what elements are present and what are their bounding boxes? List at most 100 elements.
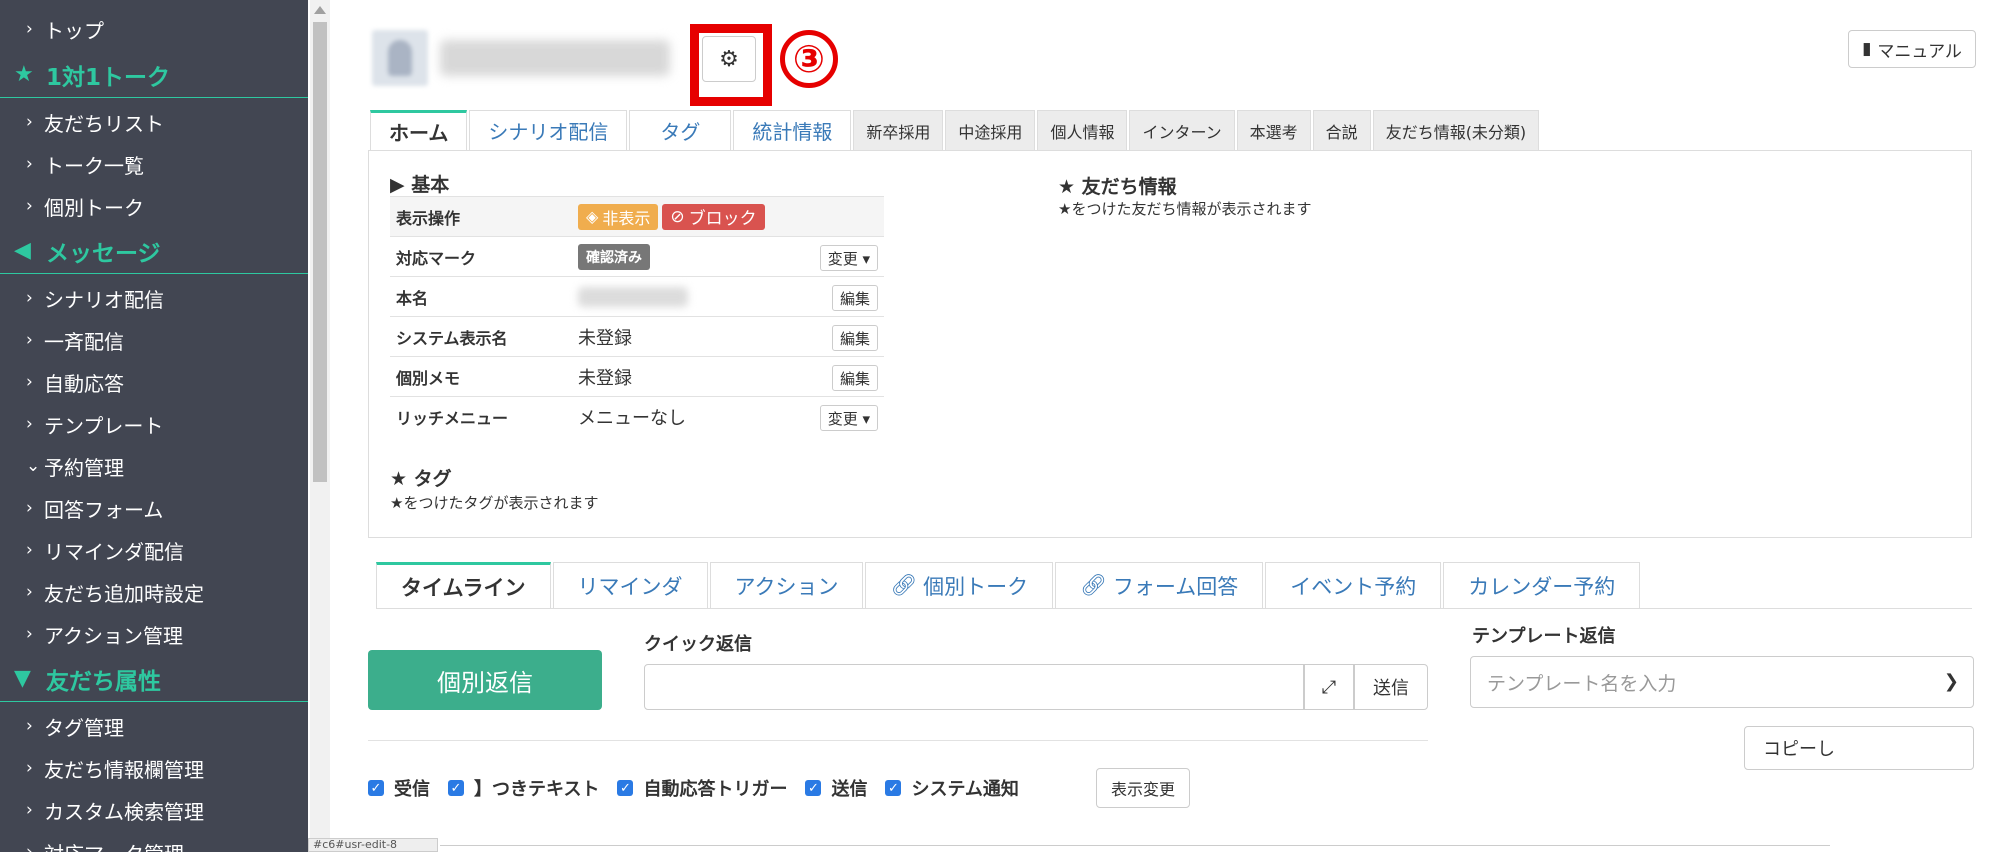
scroll-up-icon[interactable] [314,6,326,14]
tab-reminder[interactable]: リマインダ [552,562,708,608]
chevron-right-icon: › [26,498,33,518]
page-scrollbar[interactable] [310,0,330,852]
tab-stats[interactable]: 統計情報 [733,110,852,150]
chevron-right-icon: › [26,414,33,434]
quick-reply-input[interactable] [644,664,1304,710]
sidebar-item-custom-search[interactable]: › カスタム検索管理 [0,789,308,831]
chevron-right-icon: › [26,842,33,852]
friend-name-blurred [440,40,670,76]
sidebar-item-scenario[interactable]: › シナリオ配信 [0,277,308,319]
link-icon: 🔗︎ [1080,573,1107,597]
checkbox-checked-icon[interactable]: ✓ [885,780,902,796]
sidebar: › トップ ★ 1対1トーク › 友だちリスト › トーク一覧 › 個別トーク ◀ メッセー… [0,0,308,852]
chevron-down-icon: ❯ [1943,671,1959,692]
chevron-right-icon: › [26,800,33,820]
friend-info-title: ★ 友だち情報 [1058,176,1177,198]
tag-section-note: ★をつけたタグが表示されます [390,494,599,512]
sidebar-item-template[interactable]: › テンプレート [0,403,308,445]
gear-icon: ⚙ [719,46,739,72]
tab-main-selection[interactable]: 本選考 [1236,110,1311,150]
chevron-right-icon: › [26,112,33,132]
system-name-edit-button[interactable]: 編集 [831,325,878,351]
mark-change-button[interactable]: 変更 ▾ [819,245,878,271]
sidebar-item-auto-reply[interactable]: › 自動応答 [0,361,308,403]
tab-friend-info-uncategorized[interactable]: 友だち情報(未分類) [1372,110,1540,150]
avatar [372,30,428,86]
tab-tag[interactable]: タグ [629,110,732,150]
sidebar-item-reminder[interactable]: › リマインダ配信 [0,529,308,571]
chevron-right-icon: › [26,372,33,392]
sidebar-item-top[interactable]: › トップ [0,8,308,50]
tab-home[interactable]: ホーム [370,110,468,150]
friend-info-note: ★をつけた友だち情報が表示されます [1058,200,1312,218]
timeline-filters: ✓ 受信 ✓ 】つきテキスト ✓ 自動応答トリガー ✓ 送信 ✓ システム通知 [368,768,1037,808]
filter-sent[interactable]: ✓ 送信 [805,775,867,801]
settings-button[interactable]: ⚙ [702,36,756,82]
filter-system-notice[interactable]: ✓ システム通知 [885,775,1019,801]
send-button[interactable]: 送信 [1354,664,1428,710]
tab-event-reservation[interactable]: イベント予約 [1265,562,1442,608]
tab-individual-talk[interactable]: 🔗︎ 個別トーク [865,562,1054,608]
quick-reply-label: クイック返信 [644,634,752,655]
chevron-right-icon: › [26,758,33,778]
manual-button[interactable]: ▮ マニュアル [1848,30,1976,68]
real-name-edit-button[interactable]: 編集 [831,285,878,311]
memo-edit-button[interactable]: 編集 [831,365,878,391]
rich-menu-change-button[interactable]: 変更 ▾ [819,405,878,431]
row-system-name: システム表示名 未登録 編集 [390,316,884,356]
scrollbar-thumb[interactable] [313,22,327,482]
row-mark: 対応マーク 確認済み 変更 ▾ [390,236,884,276]
hide-button[interactable]: ◈ 非表示 [578,203,659,230]
ban-icon: ⊘ [670,206,685,227]
real-name-blurred [578,286,688,307]
display-change-button[interactable]: 表示変更 [1096,768,1190,808]
filter-received[interactable]: ✓ 受信 [368,775,430,801]
checkbox-checked-icon[interactable]: ✓ [805,780,822,796]
tab-timeline[interactable]: タイムライン [376,562,551,608]
sidebar-item-broadcast[interactable]: › 一斉配信 [0,319,308,361]
sidebar-item-tag-management[interactable]: › タグ管理 [0,705,308,747]
checkbox-checked-icon[interactable]: ✓ [368,780,384,796]
filter-icon: ▼ [14,666,31,691]
sidebar-item-mark-management[interactable]: ›対応マーク管理 [0,831,308,852]
row-memo: 個別メモ 未登録 編集 [390,356,884,396]
chevron-right-icon: › [26,196,33,216]
tab-info-session[interactable]: 合説 [1312,110,1371,150]
chevron-down-icon: ⌄ [26,456,41,476]
tab-action[interactable]: アクション [709,562,864,608]
template-reply-label: テンプレート返信 [1472,626,1616,647]
basic-info-table: 表示操作 ◈ 非表示 ⊘ ブロック 対応マーク 確認済み 変更 ▾ 本名 編集 シス… [390,196,884,436]
sidebar-item-friend-info-management[interactable]: › 友だち情報欄管理 [0,747,308,789]
individual-reply-button[interactable]: 個別返信 [368,650,602,710]
filter-bracket-text[interactable]: ✓ 】つきテキスト [448,775,599,801]
copy-button[interactable]: コピーし [1744,726,1974,770]
sidebar-item-action-management[interactable]: › アクション管理 [0,613,308,655]
sidebar-item-individual-talk[interactable]: › 個別トーク [0,185,308,227]
tab-form-answer[interactable]: 🔗︎ フォーム回答 [1055,562,1264,608]
checkbox-checked-icon[interactable]: ✓ [448,780,464,796]
checkbox-checked-icon[interactable]: ✓ [617,780,634,796]
sidebar-item-friend-add-settings[interactable]: › 友だち追加時設定 [0,571,308,613]
sidebar-section-message: ◀ メッセージ [0,228,308,274]
sidebar-item-reservation[interactable]: ⌄ 予約管理 [0,445,308,487]
tab-calendar-reservation[interactable]: カレンダー予約 [1443,562,1641,608]
tab-scenario[interactable]: シナリオ配信 [469,110,628,150]
megaphone-icon: ◀ [14,238,31,263]
status-badge: 確認済み [578,243,650,270]
expand-button[interactable]: ⤢ [1304,664,1354,710]
filter-auto-reply-trigger[interactable]: ✓ 自動応答トリガー [617,775,787,801]
tab-mid-career[interactable]: 中途採用 [945,110,1036,150]
sidebar-item-talk-list[interactable]: › トーク一覧 [0,143,308,185]
tab-personal-info[interactable]: 個人情報 [1037,110,1128,150]
tag-section-title: ★ タグ [390,468,452,490]
block-button[interactable]: ⊘ ブロック [662,203,765,230]
template-select[interactable]: テンプレート名を入力 ❯ [1470,656,1974,708]
sidebar-item-friend-list[interactable]: › 友だちリスト [0,101,308,143]
chevron-right-icon: › [26,19,33,39]
tab-new-grad[interactable]: 新卒採用 [853,110,944,150]
book-icon: ▮ [1862,39,1872,59]
tab-intern[interactable]: インターン [1129,110,1235,150]
chevron-right-icon: › [26,716,33,736]
chevron-right-icon: › [26,582,33,602]
sidebar-item-answer-form[interactable]: › 回答フォーム [0,487,308,529]
